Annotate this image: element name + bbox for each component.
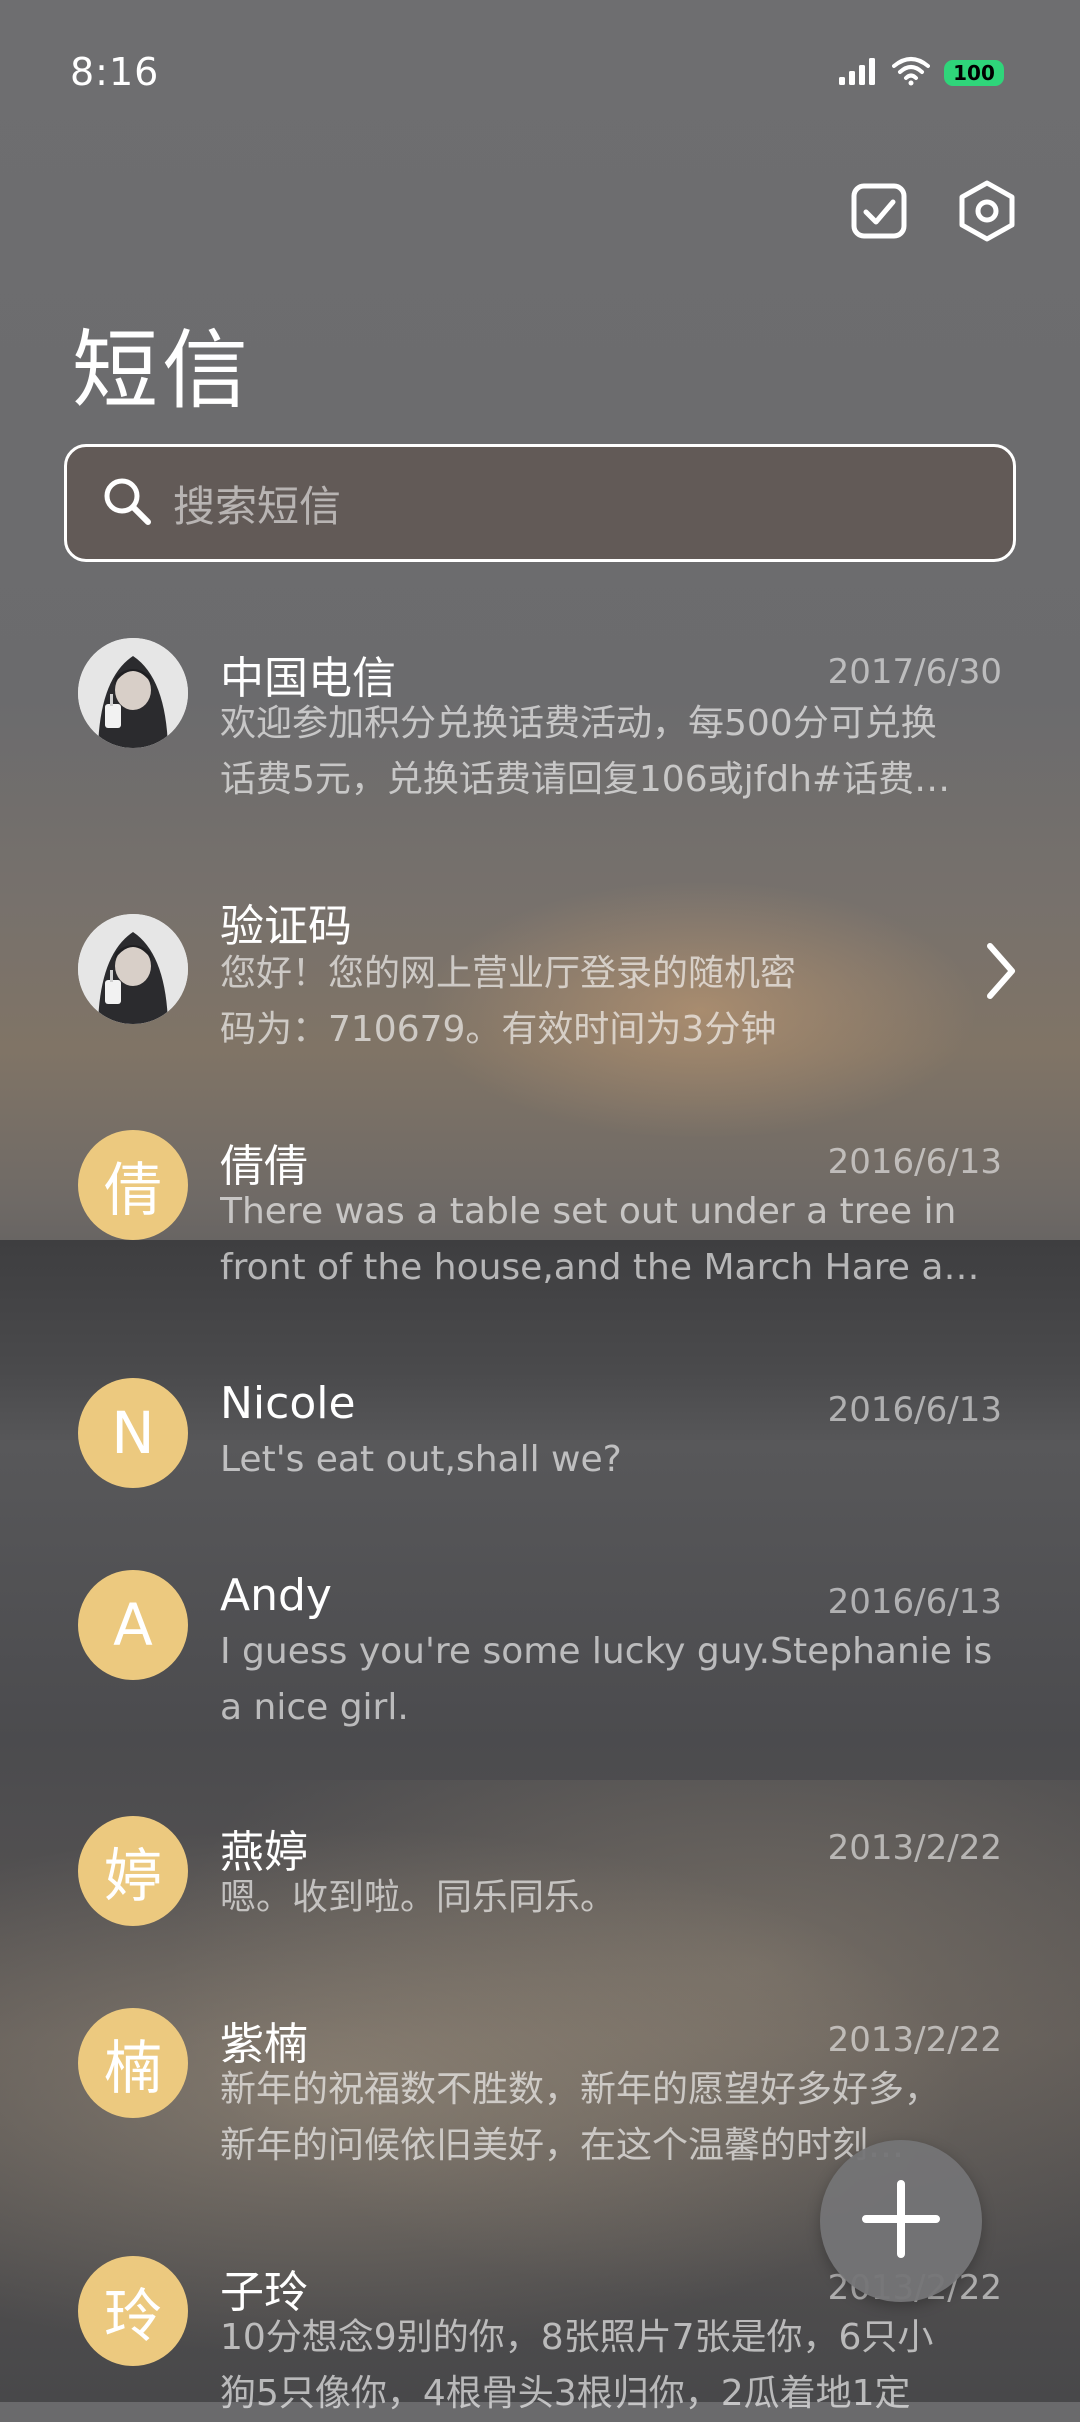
- conversation-item[interactable]: N Nicole 2016/6/13 Let's eat out,shall w…: [0, 1378, 1080, 1518]
- conversation-name: Andy: [220, 1570, 332, 1621]
- search-icon: [101, 475, 153, 531]
- wifi-icon: [892, 56, 930, 90]
- conversation-name: 验证码: [220, 901, 352, 952]
- cellular-signal-icon: [838, 57, 878, 89]
- avatar: N: [78, 1378, 188, 1488]
- conversation-date: 2016/6/13: [827, 1142, 1002, 1182]
- new-message-button[interactable]: [820, 2140, 982, 2302]
- conversation-preview: a nice girl.: [220, 1687, 409, 1728]
- conversation-item[interactable]: 验证码 您好！您的网上营业厅登录的随机密 码为：710679。有效时间为3分钟: [0, 880, 1080, 1080]
- conversation-date: 2016/6/13: [827, 1582, 1002, 1622]
- conversation-preview: 码为：710679。有效时间为3分钟: [220, 1009, 777, 1050]
- avatar: [78, 914, 188, 1024]
- avatar: A: [78, 1570, 188, 1680]
- status-icons: 100: [838, 56, 1004, 90]
- conversation-preview: 10分想念9别的你，8张照片7张是你，6只小: [220, 2317, 934, 2358]
- conversation-preview: Let's eat out,shall we?: [220, 1439, 622, 1480]
- conversation-preview: 嗯。收到啦。同乐同乐。: [220, 1877, 617, 1918]
- conversation-date: 2013/2/22: [827, 2020, 1002, 2060]
- avatar: 玲: [78, 2256, 188, 2366]
- conversation-date: 2016/6/13: [827, 1390, 1002, 1430]
- checkbox-icon[interactable]: [848, 180, 910, 242]
- chevron-right-icon[interactable]: [980, 940, 1020, 1006]
- status-time: 8:16: [70, 50, 160, 94]
- conversation-preview: 欢迎参加积分兑换话费活动，每500分可兑换: [220, 703, 937, 744]
- avatar: [78, 638, 188, 748]
- conversation-preview: 狗5只像你，4根骨头3根归你，2瓜着地1定: [220, 2373, 911, 2414]
- page-title: 短信: [72, 321, 252, 421]
- conversation-preview: There was a table set out under a tree i…: [220, 1191, 957, 1232]
- conversation-date: 2013/2/22: [827, 1828, 1002, 1868]
- conversation-preview: 您好！您的网上营业厅登录的随机密: [220, 953, 797, 994]
- plus-icon: [860, 2178, 942, 2264]
- conversation-preview: I guess you're some lucky guy.Stephanie …: [220, 1631, 993, 1672]
- avatar: 婷: [78, 1816, 188, 1926]
- conversation-preview: 新年的祝福数不胜数，新年的愿望好多好多，: [220, 2069, 941, 2110]
- search-placeholder: 搜索短信: [173, 481, 342, 531]
- conversation-item[interactable]: 婷 燕婷 2013/2/22 嗯。收到啦。同乐同乐。: [0, 1816, 1080, 1956]
- conversation-item[interactable]: 倩 倩倩 2016/6/13 There was a table set out…: [0, 1130, 1080, 1330]
- conversation-preview: front of the house,and the March Hare an…: [220, 1247, 1000, 1288]
- battery-indicator: 100: [944, 60, 1004, 86]
- search-input[interactable]: 搜索短信: [64, 444, 1016, 562]
- conversation-name: Nicole: [220, 1378, 356, 1429]
- avatar: 倩: [78, 1130, 188, 1240]
- conversation-preview: 话费5元，兑换话费请回复106或jfdh#话费…: [220, 759, 951, 800]
- settings-hexagon-icon[interactable]: [956, 180, 1018, 242]
- avatar: 楠: [78, 2008, 188, 2118]
- conversation-item[interactable]: 中国电信 2017/6/30 欢迎参加积分兑换话费活动，每500分可兑换 话费5…: [0, 620, 1080, 820]
- conversation-date: 2017/6/30: [827, 652, 1002, 692]
- conversation-item[interactable]: A Andy 2016/6/13 I guess you're some luc…: [0, 1570, 1080, 1770]
- header-actions: [848, 180, 1018, 242]
